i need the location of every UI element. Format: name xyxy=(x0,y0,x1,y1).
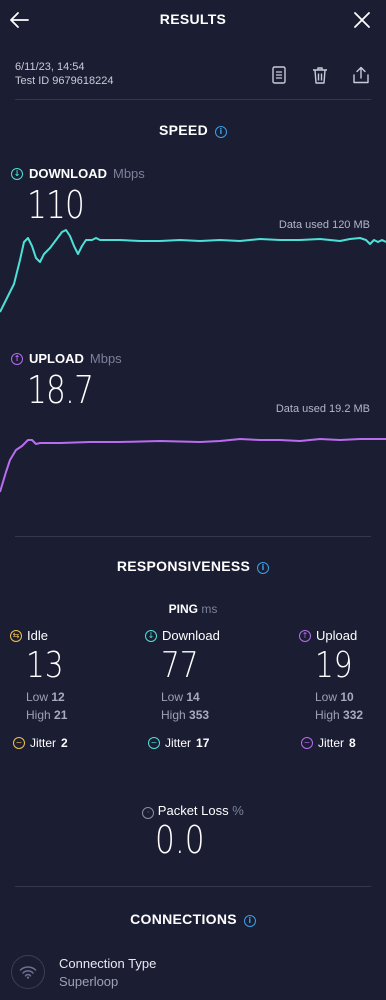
download-speed-graph xyxy=(0,229,386,313)
divider xyxy=(15,886,371,887)
ping-download-header: ↓ Download xyxy=(145,628,255,643)
ping-idle-value: 13 xyxy=(26,645,64,686)
ping-idle-low: Low 12 xyxy=(26,690,120,704)
report-button[interactable] xyxy=(268,63,290,87)
ping-unit: ms xyxy=(201,602,218,616)
ping-idle-label: Idle xyxy=(27,628,48,643)
download-label-row: ↓ DOWNLOAD Mbps xyxy=(11,166,145,181)
upload-speed-graph xyxy=(0,438,386,493)
packet-loss-unit: % xyxy=(232,803,244,818)
share-button[interactable] xyxy=(350,63,372,87)
download-arrow-icon: ↓ xyxy=(11,167,23,180)
speed-section-title: SPEED i xyxy=(0,122,386,138)
low-label: Low xyxy=(26,690,49,704)
high-value: 332 xyxy=(343,708,364,722)
test-datetime: 6/11/23, 14:54 xyxy=(15,61,85,73)
upload-data-used: Data used 19.2 MB xyxy=(275,403,370,415)
ping-download-label: Download xyxy=(162,628,220,643)
connection-type-label: Connection Type xyxy=(59,956,157,971)
low-label: Low xyxy=(315,690,338,704)
ping-download-high: High 353 xyxy=(161,708,255,722)
trash-icon xyxy=(313,67,327,84)
jitter-label: Jitter xyxy=(318,736,345,750)
low-value: 14 xyxy=(186,690,200,704)
page-title: RESULTS xyxy=(159,11,227,27)
ping-upload-header: ↑ Upload xyxy=(299,628,386,643)
ping-upload-high: High 332 xyxy=(315,708,386,722)
upload-unit: Mbps xyxy=(89,351,122,366)
speed-title: SPEED xyxy=(159,122,208,138)
info-icon[interactable]: i xyxy=(243,915,256,927)
jitter-label: Jitter xyxy=(165,736,192,750)
high-label: High xyxy=(315,708,340,722)
packet-loss-header: · Packet Loss % xyxy=(0,803,386,819)
low-value: 12 xyxy=(51,690,65,704)
ping-idle-high: High 21 xyxy=(26,708,120,722)
wifi-icon xyxy=(19,966,37,979)
ping-idle: ⇆ Idle 13 Low 12 High 21 xyxy=(10,628,120,722)
divider xyxy=(15,99,371,100)
packet-loss-label: Packet Loss xyxy=(157,803,229,818)
high-value: 21 xyxy=(54,708,68,722)
download-unit: Mbps xyxy=(113,166,145,181)
ping-heading: PING ms xyxy=(0,602,386,616)
close-button[interactable] xyxy=(350,8,374,32)
ping-upload-low: Low 10 xyxy=(315,690,386,704)
upload-label-row: ↑ UPLOAD Mbps xyxy=(11,351,122,366)
divider xyxy=(15,536,371,537)
delete-button[interactable] xyxy=(309,63,331,87)
download-label: DOWNLOAD xyxy=(29,166,107,181)
responsiveness-title: RESPONSIVENESS xyxy=(116,558,251,574)
packet-loss-icon: · xyxy=(142,807,155,819)
high-label: High xyxy=(161,708,186,722)
ping-download-value: 77 xyxy=(161,645,199,686)
jitter-label: Jitter xyxy=(30,736,57,750)
ping-idle-header: ⇆ Idle xyxy=(10,628,120,643)
ping-upload-value: 19 xyxy=(315,645,353,686)
jitter-download: ~ Jitter 17 xyxy=(148,736,209,750)
close-icon xyxy=(354,12,370,28)
ping-download-low: Low 14 xyxy=(161,690,255,704)
info-icon[interactable]: i xyxy=(214,126,227,138)
document-icon xyxy=(272,66,286,84)
ping-download: ↓ Download 77 Low 14 High 353 xyxy=(145,628,255,722)
upload-arrow-icon: ↑ xyxy=(299,629,311,642)
connection-type-icon-wrap xyxy=(11,955,45,989)
upload-speed-value: 18.7 xyxy=(27,368,94,412)
jitter-upload: ~ Jitter 8 xyxy=(301,736,356,750)
connections-section-title: CONNECTIONS i xyxy=(0,911,386,927)
jitter-icon: ~ xyxy=(301,737,313,749)
packet-loss-value: 0.0 xyxy=(155,818,205,862)
info-icon[interactable]: i xyxy=(257,562,270,574)
ping-label: PING xyxy=(168,602,198,616)
share-icon xyxy=(353,66,369,84)
jitter-idle: ~ Jitter 2 xyxy=(13,736,68,750)
download-arrow-icon: ↓ xyxy=(145,629,157,642)
high-label: High xyxy=(26,708,51,722)
jitter-value: 8 xyxy=(349,736,356,750)
connections-title: CONNECTIONS xyxy=(130,911,237,927)
connection-provider: Superloop xyxy=(59,974,119,989)
jitter-icon: ~ xyxy=(148,737,160,749)
high-value: 353 xyxy=(189,708,210,722)
ping-upload: ↑ Upload 19 Low 10 High 332 xyxy=(299,628,386,722)
upload-label: UPLOAD xyxy=(29,351,84,366)
low-label: Low xyxy=(161,690,184,704)
upload-arrow-icon: ↑ xyxy=(11,352,23,365)
jitter-value: 2 xyxy=(61,736,68,750)
idle-icon: ⇆ xyxy=(10,629,22,642)
responsiveness-section-title: RESPONSIVENESS i xyxy=(0,558,386,574)
low-value: 10 xyxy=(340,690,354,704)
jitter-value: 17 xyxy=(196,736,210,750)
jitter-icon: ~ xyxy=(13,737,25,749)
ping-upload-label: Upload xyxy=(316,628,358,643)
test-id: Test ID 9679618224 xyxy=(15,75,114,87)
